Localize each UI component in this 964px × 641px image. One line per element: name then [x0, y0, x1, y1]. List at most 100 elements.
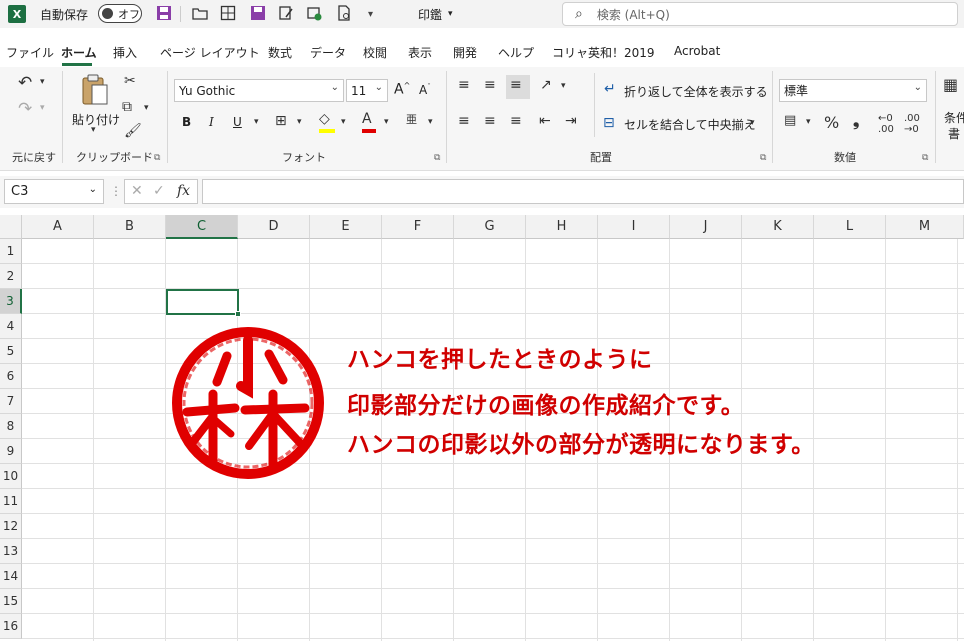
row-header-16[interactable]: 16 — [0, 614, 22, 639]
font-name-select[interactable]: Yu Gothic ⌄ — [174, 79, 344, 102]
hanko-stamp-image[interactable] — [169, 324, 327, 482]
paste-icon[interactable] — [80, 73, 110, 107]
align-right-icon[interactable]: ≡ — [510, 113, 522, 129]
open-folder-icon[interactable] — [192, 5, 208, 21]
fill-handle[interactable] — [235, 311, 241, 317]
phonetic-dropdown-icon[interactable]: ▾ — [428, 117, 433, 127]
tab-page-layout[interactable]: ページ レイアウト — [160, 44, 260, 61]
edit-form-icon[interactable] — [278, 5, 294, 21]
row-header-4[interactable]: 4 — [0, 314, 22, 339]
refresh-all-icon[interactable] — [306, 5, 322, 21]
border-icon[interactable]: ⊞ — [275, 113, 287, 129]
row-header-10[interactable]: 10 — [0, 464, 22, 489]
select-all-corner[interactable] — [0, 215, 22, 239]
font-launcher-icon[interactable]: ⧉ — [434, 153, 440, 163]
merge-dropdown-icon[interactable]: ▾ — [750, 118, 755, 128]
row-header-6[interactable]: 6 — [0, 364, 22, 389]
print-preview-icon[interactable] — [336, 5, 352, 21]
underline-dropdown-icon[interactable]: ▾ — [254, 117, 259, 127]
search-box[interactable]: ⌕ 検索 (Alt+Q) — [562, 2, 958, 26]
shrink-font-icon[interactable]: Aˇ — [419, 83, 431, 97]
borders-icon[interactable] — [220, 5, 236, 21]
phonetic-guide-icon[interactable]: 亜 — [406, 111, 417, 127]
undo-dropdown-icon[interactable]: ▾ — [40, 77, 45, 87]
tab-home[interactable]: ホーム — [61, 44, 97, 61]
column-header-l[interactable]: L — [814, 215, 886, 239]
fill-dropdown-icon[interactable]: ▾ — [341, 117, 346, 127]
decrease-decimal-icon[interactable]: .00 →0 — [904, 113, 920, 135]
column-header-m[interactable]: M — [886, 215, 964, 239]
active-cell-c3[interactable] — [166, 289, 241, 317]
cut-icon[interactable]: ✂ — [124, 73, 136, 89]
enter-icon[interactable]: ✓ — [153, 183, 165, 199]
wrap-text-icon[interactable]: ↵ — [604, 81, 616, 97]
column-header-e[interactable]: E — [310, 215, 382, 239]
tab-acrobat[interactable]: Acrobat — [674, 44, 720, 58]
column-header-k[interactable]: K — [742, 215, 814, 239]
copy-dropdown-icon[interactable]: ▾ — [144, 103, 149, 113]
row-header-2[interactable]: 2 — [0, 264, 22, 289]
row-header-14[interactable]: 14 — [0, 564, 22, 589]
save-icon[interactable] — [156, 5, 172, 21]
align-top-icon[interactable]: ≡ — [458, 77, 470, 93]
column-header-b[interactable]: B — [94, 215, 166, 239]
name-box[interactable]: C3 ⌄ — [4, 179, 104, 204]
column-header-i[interactable]: I — [598, 215, 670, 239]
customize-qat-icon[interactable]: ▾ — [368, 0, 373, 28]
tab-data[interactable]: データ — [310, 44, 346, 61]
document-title[interactable]: 印鑑 ▾ — [418, 0, 453, 28]
conditional-format-label-2[interactable]: 書 — [948, 125, 960, 142]
row-header-13[interactable]: 13 — [0, 539, 22, 564]
row-header-11[interactable]: 11 — [0, 489, 22, 514]
row-header-7[interactable]: 7 — [0, 389, 22, 414]
font-color-dropdown-icon[interactable]: ▾ — [384, 117, 389, 127]
tab-file[interactable]: ファイル — [6, 44, 54, 61]
align-left-icon[interactable]: ≡ — [458, 113, 470, 129]
orientation-icon[interactable]: ↗ — [540, 77, 552, 93]
insert-function-icon[interactable]: fx — [177, 183, 190, 199]
tab-review[interactable]: 校閲 — [363, 44, 387, 61]
accounting-dropdown-icon[interactable]: ▾ — [806, 117, 811, 127]
paste-label[interactable]: 貼り付け — [72, 111, 120, 128]
increase-indent-icon[interactable]: ⇥ — [565, 113, 577, 129]
bold-icon[interactable]: B — [182, 115, 191, 129]
formula-bar-grip-icon[interactable]: ⋮ — [110, 184, 122, 198]
column-header-f[interactable]: F — [382, 215, 454, 239]
column-header-h[interactable]: H — [526, 215, 598, 239]
wrap-text-button[interactable]: 折り返して全体を表示する — [624, 83, 768, 100]
column-header-d[interactable]: D — [238, 215, 310, 239]
orientation-dropdown-icon[interactable]: ▾ — [561, 81, 566, 91]
align-center-icon[interactable]: ≡ — [484, 113, 496, 129]
column-header-g[interactable]: G — [454, 215, 526, 239]
conditional-format-icon[interactable]: ▦ — [943, 75, 958, 94]
row-header-15[interactable]: 15 — [0, 589, 22, 614]
undo-icon[interactable]: ↶ — [18, 73, 32, 93]
row-header-1[interactable]: 1 — [0, 239, 22, 264]
column-header-j[interactable]: J — [670, 215, 742, 239]
grow-font-icon[interactable]: A^ — [394, 81, 410, 98]
redo-icon[interactable]: ↷ — [18, 99, 32, 119]
row-header-3[interactable]: 3 — [0, 289, 22, 314]
row-header-12[interactable]: 12 — [0, 514, 22, 539]
merge-center-button[interactable]: セルを結合して中央揃え — [624, 116, 756, 133]
fill-color-icon[interactable]: ◇ — [319, 111, 335, 133]
align-middle-icon[interactable]: ≡ — [484, 77, 496, 93]
row-header-5[interactable]: 5 — [0, 339, 22, 364]
tab-formulas[interactable]: 数式 — [268, 44, 292, 61]
accounting-format-icon[interactable]: ▤ — [784, 113, 796, 128]
number-launcher-icon[interactable]: ⧉ — [922, 153, 928, 163]
tab-korya-eiwa[interactable]: コリャ英和！2019 — [552, 44, 655, 61]
increase-decimal-icon[interactable]: ←0.00 — [878, 113, 894, 135]
save-as-icon[interactable] — [250, 5, 266, 21]
italic-icon[interactable]: I — [209, 115, 214, 129]
merge-center-icon[interactable]: ⊟ — [603, 115, 615, 131]
decrease-indent-icon[interactable]: ⇤ — [539, 113, 551, 129]
alignment-launcher-icon[interactable]: ⧉ — [760, 153, 766, 163]
autosave-toggle[interactable]: オフ — [98, 4, 142, 23]
tab-view[interactable]: 表示 — [408, 44, 432, 61]
row-header-8[interactable]: 8 — [0, 414, 22, 439]
tab-insert[interactable]: 挿入 — [113, 44, 137, 61]
row-header-9[interactable]: 9 — [0, 439, 22, 464]
redo-dropdown-icon[interactable]: ▾ — [40, 103, 45, 113]
column-header-a[interactable]: A — [22, 215, 94, 239]
